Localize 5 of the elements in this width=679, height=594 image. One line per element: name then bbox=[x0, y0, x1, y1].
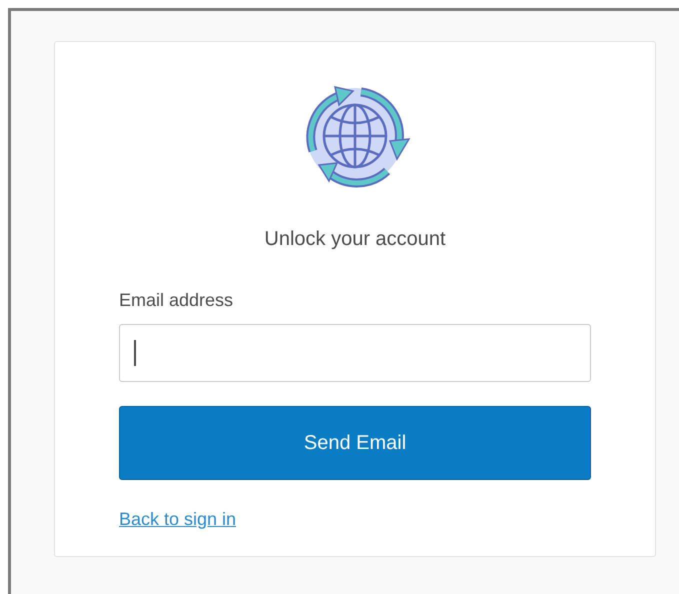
back-to-sign-in-link[interactable]: Back to sign in bbox=[119, 506, 236, 533]
page-title: Unlock your account bbox=[264, 227, 446, 252]
send-email-button[interactable]: Send Email bbox=[119, 406, 591, 480]
email-input[interactable] bbox=[119, 324, 591, 382]
field-label: Email address bbox=[119, 289, 234, 312]
